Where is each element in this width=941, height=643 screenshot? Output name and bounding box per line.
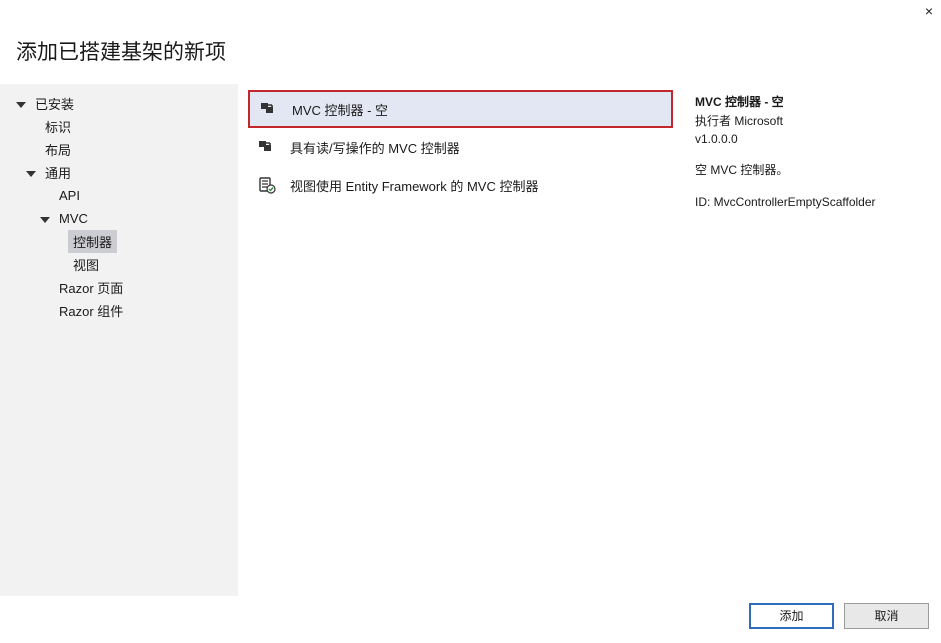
sidebar-item-mvc[interactable]: MVC [0, 207, 238, 230]
sidebar-item-controller[interactable]: 控制器 [0, 230, 238, 253]
option-mvc-controller-rw[interactable]: 具有读/写操作的 MVC 控制器 [248, 128, 673, 166]
sidebar-item-label: 已安装 [30, 92, 79, 115]
sidebar-item-label: 通用 [40, 161, 76, 184]
sidebar-item-razor-pages[interactable]: Razor 页面 [0, 276, 238, 299]
sidebar-item-label: Razor 组件 [54, 299, 128, 322]
cancel-button[interactable]: 取消 [844, 603, 929, 629]
option-label: 具有读/写操作的 MVC 控制器 [290, 138, 460, 157]
sidebar-item-identity[interactable]: 标识 [0, 115, 238, 138]
details-pane: MVC 控制器 - 空 执行者 Microsoft v1.0.0.0 空 MVC… [681, 84, 941, 596]
option-mvc-controller-ef[interactable]: 视图使用 Entity Framework 的 MVC 控制器 [248, 166, 673, 204]
sidebar-item-api[interactable]: API [0, 184, 238, 207]
dialog-title: 添加已搭建基架的新项 [0, 22, 941, 84]
sidebar-item-razor-components[interactable]: Razor 组件 [0, 299, 238, 322]
sidebar-item-view[interactable]: 视图 [0, 253, 238, 276]
details-id: ID: MvcControllerEmptyScaffolder [695, 194, 927, 211]
chevron-down-icon [26, 171, 36, 177]
option-list: MVC 控制器 - 空 具有读/写操作的 MVC 控制器 视图使用 Entity… [238, 84, 681, 596]
sidebar-item-label: 标识 [40, 115, 76, 138]
ef-controller-icon [256, 175, 276, 195]
sidebar-item-label: 控制器 [68, 230, 117, 253]
option-mvc-controller-empty[interactable]: MVC 控制器 - 空 [248, 90, 673, 128]
sidebar-item-label: 视图 [68, 253, 104, 276]
chevron-down-icon [16, 102, 26, 108]
sidebar-item-label: Razor 页面 [54, 276, 128, 299]
chevron-down-icon [40, 217, 50, 223]
sidebar: 已安装 标识 布局 通用 API MVC 控制器 视图 [0, 84, 238, 596]
details-version: v1.0.0.0 [695, 131, 927, 148]
sidebar-item-label: API [54, 186, 85, 205]
option-label: 视图使用 Entity Framework 的 MVC 控制器 [290, 176, 538, 195]
details-title: MVC 控制器 - 空 [695, 94, 927, 111]
sidebar-item-installed[interactable]: 已安装 [0, 92, 238, 115]
option-label: MVC 控制器 - 空 [292, 100, 388, 119]
details-description: 空 MVC 控制器。 [695, 162, 927, 179]
controller-icon [258, 99, 278, 119]
sidebar-item-label: 布局 [40, 138, 76, 161]
add-button[interactable]: 添加 [749, 603, 834, 629]
sidebar-item-layout[interactable]: 布局 [0, 138, 238, 161]
sidebar-item-common[interactable]: 通用 [0, 161, 238, 184]
controller-icon [256, 137, 276, 157]
sidebar-item-label: MVC [54, 209, 93, 228]
dialog-footer: 添加 取消 [0, 596, 941, 643]
details-author: 执行者 Microsoft [695, 113, 927, 130]
close-icon[interactable]: × [925, 4, 933, 18]
